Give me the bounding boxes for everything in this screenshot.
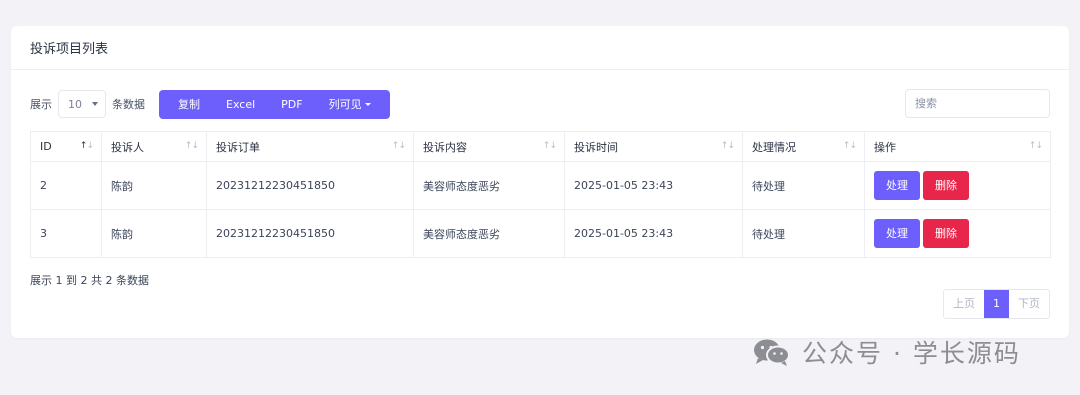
pdf-button[interactable]: PDF xyxy=(274,90,309,119)
handle-button[interactable]: 处理 xyxy=(874,171,920,200)
cell-actions: 处理 删除 xyxy=(864,209,1051,258)
copy-button[interactable]: 复制 xyxy=(171,90,207,119)
column-header-complainant[interactable]: 投诉人 ↑↓ xyxy=(101,131,207,162)
sort-icon: ↑↓ xyxy=(391,141,406,151)
cell-content: 美容师态度恶劣 xyxy=(413,209,565,258)
table-row: 3 陈韵 20231212230451850 美容师态度恶劣 2025-01-0… xyxy=(30,209,1051,258)
cell-time: 2025-01-05 23:43 xyxy=(564,209,743,258)
sort-asc-icon: ↑↓ xyxy=(79,141,94,151)
table-header-row: ID ↑↓ 投诉人 ↑↓ 投诉订单 ↑↓ 投诉内容 ↑↓ 投诉时间 ↑↓ 处理情况 ↑↓ 操… xyxy=(30,131,1051,162)
table-toolbar: 展示 10 条数据 复制 Excel PDF 列可见 xyxy=(30,89,1050,119)
caret-down-icon xyxy=(364,103,371,106)
excel-button[interactable]: Excel xyxy=(219,90,262,119)
cell-order: 20231212230451850 xyxy=(206,161,414,210)
cell-order: 20231212230451850 xyxy=(206,209,414,258)
column-visibility-button[interactable]: 列可见 xyxy=(322,90,378,119)
show-label: 展示 xyxy=(30,98,52,111)
prev-page-button[interactable]: 上页 xyxy=(944,290,984,318)
column-header-content[interactable]: 投诉内容 ↑↓ xyxy=(413,131,565,162)
cell-id: 3 xyxy=(30,209,102,258)
cell-complainant: 陈韵 xyxy=(101,209,207,258)
rows-label: 条数据 xyxy=(112,98,145,111)
delete-button[interactable]: 删除 xyxy=(923,171,969,200)
sort-icon: ↑↓ xyxy=(842,141,857,151)
card-title: 投诉项目列表 xyxy=(11,26,1069,70)
column-visibility-label: 列可见 xyxy=(328,97,362,111)
pagination: 上页 1 下页 xyxy=(943,289,1050,319)
column-header-status[interactable]: 处理情况 ↑↓ xyxy=(742,131,865,162)
wechat-icon xyxy=(754,339,790,366)
export-button-group: 复制 Excel PDF 列可见 xyxy=(159,89,390,119)
sort-icon: ↑↓ xyxy=(720,141,735,151)
chevron-down-icon xyxy=(92,102,98,106)
column-header-actions[interactable]: 操作 ↑↓ xyxy=(864,131,1051,162)
sort-icon: ↑↓ xyxy=(542,141,557,151)
column-header-id[interactable]: ID ↑↓ xyxy=(30,131,102,162)
cell-id: 2 xyxy=(30,161,102,210)
page-size-value: 10 xyxy=(68,97,82,111)
watermark-text: 公众号 · 学长源码 xyxy=(802,339,1021,368)
cell-complainant: 陈韵 xyxy=(101,161,207,210)
cell-status: 待处理 xyxy=(742,209,865,258)
handle-button[interactable]: 处理 xyxy=(874,219,920,248)
table-info: 展示 1 到 2 共 2 条数据 xyxy=(30,274,149,287)
table-row: 2 陈韵 20231212230451850 美容师态度恶劣 2025-01-0… xyxy=(30,161,1051,210)
column-header-order[interactable]: 投诉订单 ↑↓ xyxy=(206,131,414,162)
complaint-list-card: 投诉项目列表 展示 10 条数据 复制 Excel PDF 列可见 ID↑↓ 投… xyxy=(11,26,1069,338)
cell-time: 2025-01-05 23:43 xyxy=(564,161,743,210)
search-input[interactable] xyxy=(905,89,1050,118)
cell-status: 待处理 xyxy=(742,161,865,210)
cell-content: 美容师态度恶劣 xyxy=(413,161,565,210)
page-size-select[interactable]: 10 xyxy=(58,90,106,118)
cell-actions: 处理 删除 xyxy=(864,161,1051,210)
column-header-time[interactable]: 投诉时间 ↑↓ xyxy=(564,131,743,162)
next-page-button[interactable]: 下页 xyxy=(1009,290,1049,318)
sort-icon: ↑↓ xyxy=(184,141,199,151)
watermark: 公众号 · 学长源码 xyxy=(752,334,1021,370)
complaint-table: ID ↑↓ 投诉人 ↑↓ 投诉订单 ↑↓ 投诉内容 ↑↓ 投诉时间 ↑↓ 处理情况 ↑↓ 操… xyxy=(30,131,1051,258)
delete-button[interactable]: 删除 xyxy=(923,219,969,248)
sort-icon: ↑↓ xyxy=(1028,141,1043,151)
current-page-button[interactable]: 1 xyxy=(984,290,1009,318)
